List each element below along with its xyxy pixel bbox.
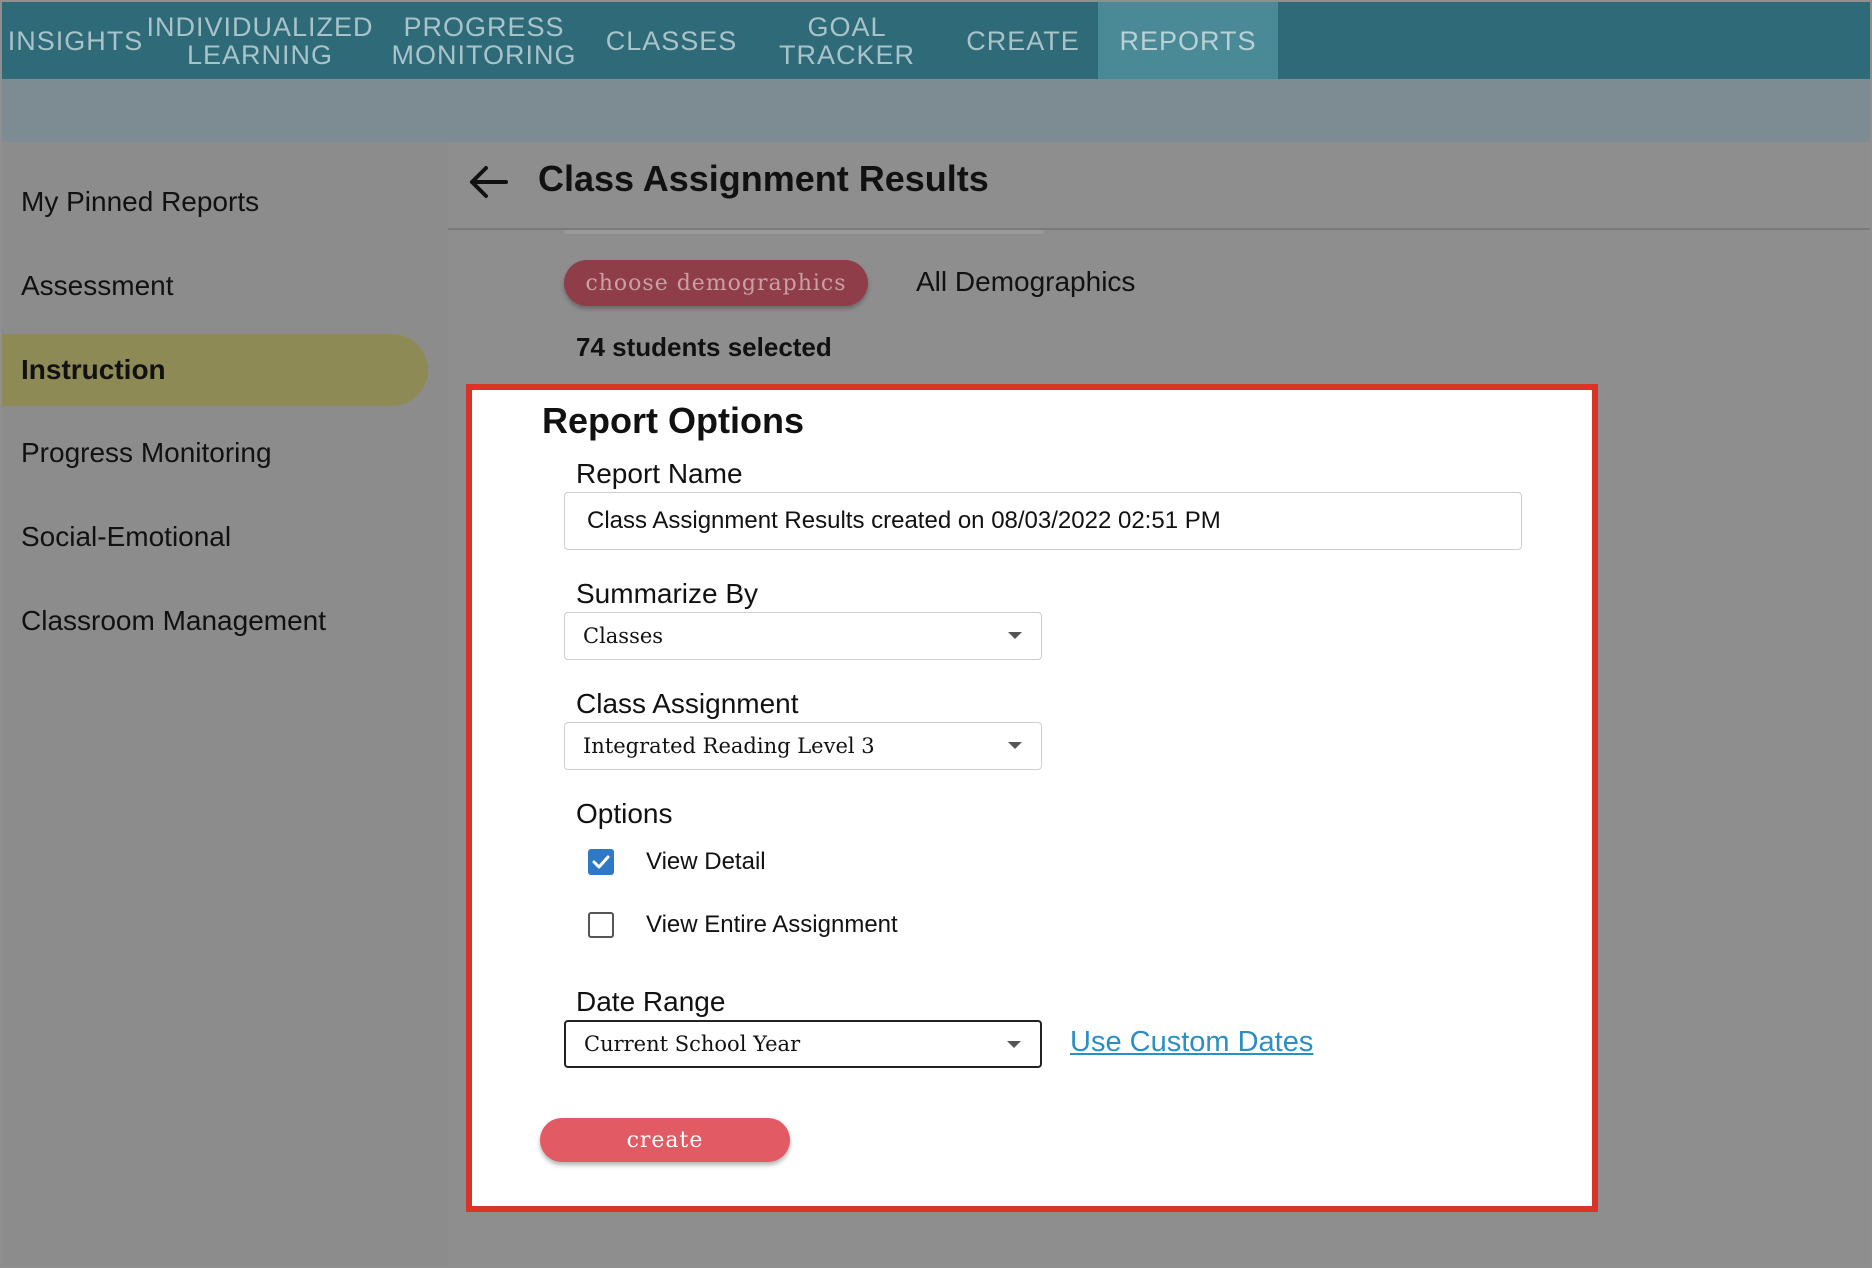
report-options-title: Report Options <box>542 400 804 441</box>
summarize-by-value: Classes <box>583 624 664 648</box>
choose-demographics-button[interactable]: choose demographics <box>564 260 868 306</box>
use-custom-dates-link[interactable]: Use Custom Dates <box>1070 1026 1313 1059</box>
divider <box>564 230 1044 234</box>
create-button[interactable]: create <box>540 1118 790 1162</box>
class-assignment-label: Class Assignment <box>576 688 799 719</box>
sidebar-item-instruction[interactable]: Instruction <box>2 334 428 406</box>
view-entire-assignment-option[interactable]: View Entire Assignment <box>588 911 898 939</box>
nav-individualized-learning[interactable]: Individualized Learning <box>146 2 372 79</box>
nav-progress-monitoring[interactable]: Progress Monitoring <box>371 2 597 79</box>
class-assignment-select[interactable]: Integrated Reading Level 3 <box>564 722 1042 770</box>
view-detail-label: View Detail <box>646 848 766 875</box>
sidebar-item-assessment[interactable]: Assessment <box>2 250 428 322</box>
demographics-value: All Demographics <box>916 266 1136 297</box>
sidebar-item-label: Instruction <box>21 354 166 385</box>
view-entire-assignment-label: View Entire Assignment <box>646 911 898 938</box>
chevron-down-icon <box>1008 632 1022 639</box>
nav-classes[interactable]: Classes <box>597 2 746 79</box>
back-arrow-icon[interactable] <box>466 160 510 204</box>
chevron-down-icon <box>1008 742 1022 749</box>
sub-bar <box>2 79 1870 142</box>
options-label: Options <box>576 798 673 829</box>
sidebar-item-label: Classroom Management <box>21 605 327 636</box>
summarize-by-select[interactable]: Classes <box>564 612 1042 660</box>
sidebar-item-label: Progress Monitoring <box>21 437 272 468</box>
top-navigation: Insights Individualized Learning Progres… <box>2 2 1870 79</box>
nav-insights[interactable]: Insights <box>2 2 149 79</box>
sidebar-item-label: Assessment <box>21 270 174 301</box>
report-name-label: Report Name <box>576 458 743 489</box>
nav-goal-tracker[interactable]: Goal Tracker <box>746 2 948 79</box>
page-title: Class Assignment Results <box>538 158 989 199</box>
view-entire-assignment-checkbox[interactable] <box>588 912 614 938</box>
summarize-by-label: Summarize By <box>576 578 759 609</box>
date-range-label: Date Range <box>576 986 726 1017</box>
nav-reports[interactable]: Reports <box>1098 2 1278 79</box>
checkmark-icon <box>592 855 610 869</box>
sidebar: My Pinned Reports Assessment Instruction… <box>2 142 448 1266</box>
students-selected-count: 74 students selected <box>576 332 832 362</box>
report-name-input[interactable]: Class Assignment Results created on 08/0… <box>564 492 1522 550</box>
sidebar-item-progress-monitoring[interactable]: Progress Monitoring <box>2 417 428 489</box>
chevron-down-icon <box>1007 1041 1021 1048</box>
view-detail-option[interactable]: View Detail <box>588 848 766 876</box>
date-range-select[interactable]: Current School Year <box>564 1020 1042 1068</box>
report-name-value: Class Assignment Results created on 08/0… <box>587 507 1221 534</box>
sidebar-item-label: My Pinned Reports <box>21 186 260 217</box>
sidebar-item-social-emotional[interactable]: Social-Emotional <box>2 501 428 573</box>
class-assignment-value: Integrated Reading Level 3 <box>583 734 875 758</box>
app-frame: Insights Individualized Learning Progres… <box>2 2 1870 1266</box>
page-header: Class Assignment Results <box>448 142 1870 230</box>
sidebar-item-label: Social-Emotional <box>21 521 232 552</box>
sidebar-item-classroom-management[interactable]: Classroom Management <box>2 585 428 657</box>
sidebar-item-my-pinned-reports[interactable]: My Pinned Reports <box>2 166 428 238</box>
nav-create[interactable]: Create <box>948 2 1098 79</box>
date-range-value: Current School Year <box>584 1032 801 1056</box>
report-options-panel: Report Options Report Name Class Assignm… <box>466 384 1598 1212</box>
view-detail-checkbox[interactable] <box>588 849 614 875</box>
